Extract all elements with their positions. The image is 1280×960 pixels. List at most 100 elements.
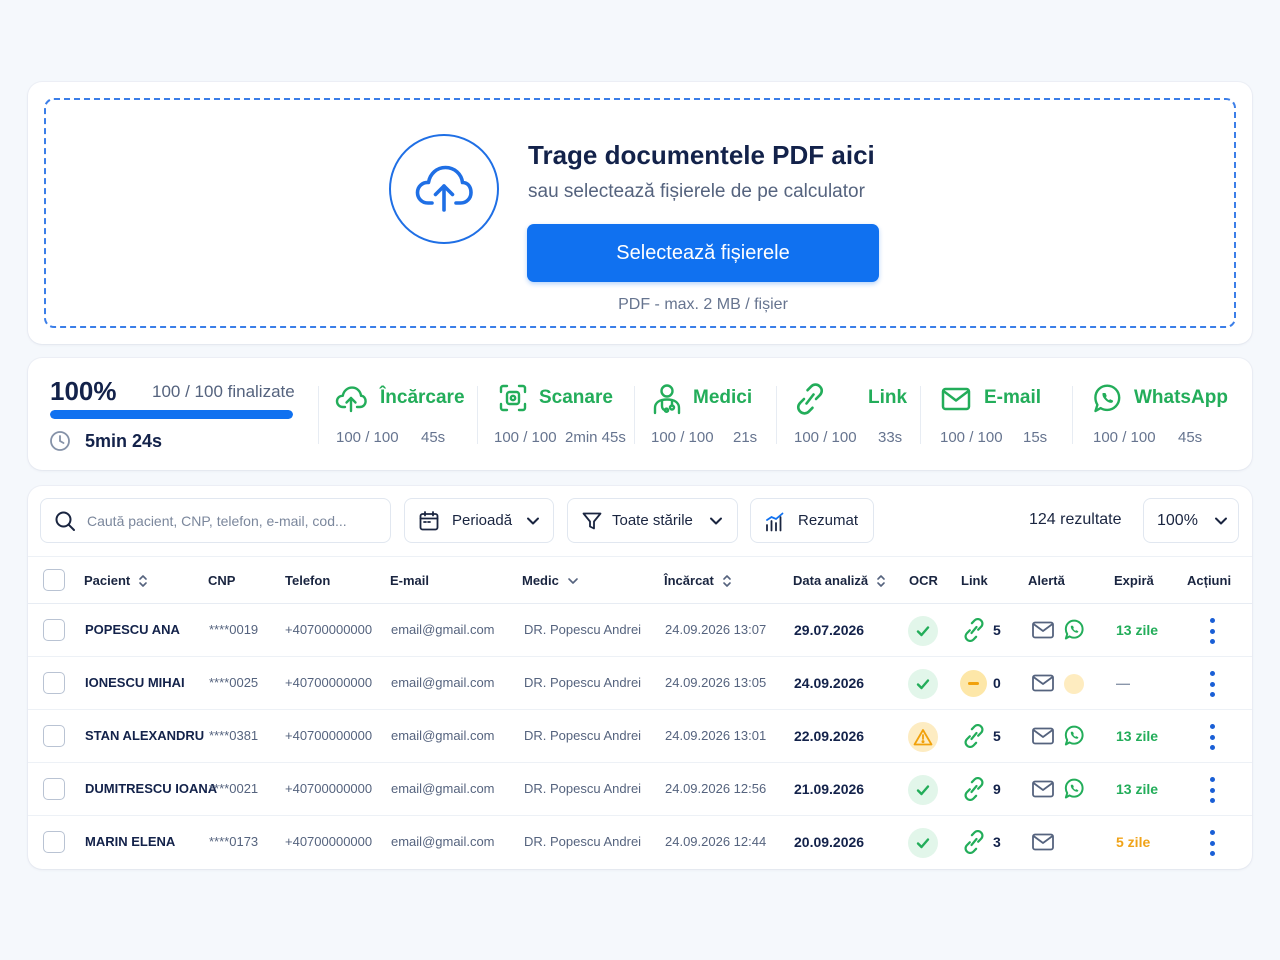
progress-card: 100% 100 / 100 finalizate 5min 24s Încăr…	[28, 358, 1252, 470]
step-time: 15s	[1023, 429, 1048, 446]
whatsapp-icon[interactable]	[1062, 724, 1086, 753]
link-pending-icon	[960, 670, 987, 697]
step-email: E-mail 100 / 100 15s	[920, 358, 1070, 470]
pdf-dropzone[interactable]: Trage documentele PDF aici sau selecteaz…	[44, 98, 1236, 328]
upload-title: Trage documentele PDF aici	[528, 140, 875, 170]
email-value: email@gmail.com	[391, 781, 495, 796]
analysis-date-value: 29.07.2026	[794, 622, 865, 638]
column-alert: Alertă	[1028, 573, 1065, 588]
doctor-value: DR. Popescu Andrei	[524, 622, 642, 637]
step-divider	[920, 386, 921, 444]
mail-icon[interactable]	[1031, 725, 1055, 752]
column-actions: Acțiuni	[1187, 573, 1232, 588]
mail-icon[interactable]	[1031, 778, 1055, 805]
step-time: 45s	[1178, 429, 1203, 446]
filter-icon	[581, 510, 603, 537]
cnp-value: ****0381	[209, 728, 259, 743]
uploaded-value: 24.09.2026 13:01	[665, 728, 767, 743]
results-count: 124 rezultate	[1029, 511, 1122, 528]
doctor-value: DR. Popescu Andrei	[524, 781, 642, 796]
patient-name[interactable]: IONESCU MIHAI	[85, 675, 185, 690]
patient-name[interactable]: MARIN ELENA	[85, 834, 175, 849]
link-count: 0	[993, 675, 1001, 691]
step-name: Scanare	[539, 387, 613, 408]
whatsapp-icon	[1090, 382, 1124, 421]
period-label: Perioadă	[452, 512, 513, 529]
summary-label: Rezumat	[798, 512, 859, 529]
column-ocr: OCR	[909, 573, 938, 588]
link-icon[interactable]	[961, 776, 987, 806]
row-checkbox[interactable]	[43, 672, 65, 694]
whatsapp-icon[interactable]	[1062, 618, 1086, 647]
select-files-button[interactable]: Selectează fișierele	[527, 224, 879, 282]
table-row[interactable]: STAN ALEXANDRU ****0381 +40700000000 email@…	[28, 710, 1252, 763]
step-divider	[776, 386, 777, 444]
row-checkbox[interactable]	[43, 831, 65, 853]
mail-icon[interactable]	[1031, 619, 1055, 646]
select-all-checkbox[interactable]	[43, 569, 65, 591]
zoom-select[interactable]: 100%	[1143, 498, 1239, 543]
mail-icon[interactable]	[1031, 672, 1055, 699]
row-actions-menu-icon[interactable]	[1205, 830, 1219, 856]
link-icon[interactable]	[961, 617, 987, 647]
column-patient[interactable]: Pacient	[84, 573, 148, 588]
bar-chart-icon	[764, 511, 786, 538]
email-value: email@gmail.com	[391, 728, 495, 743]
step-doctors: Medici 100 / 100 21s	[634, 358, 774, 470]
summary-button[interactable]: Rezumat	[750, 498, 874, 543]
sort-icon	[877, 574, 885, 587]
row-checkbox[interactable]	[43, 619, 65, 641]
table-row[interactable]: POPESCU ANA ****0019 +40700000000 email@gma…	[28, 604, 1252, 657]
state-label: Toate stările	[612, 512, 693, 529]
link-count: 5	[993, 622, 1001, 638]
step-count: 100 / 100	[336, 429, 399, 446]
whatsapp-icon[interactable]	[1062, 777, 1086, 806]
column-doctor[interactable]: Medic	[522, 573, 579, 588]
search-input[interactable]	[87, 509, 377, 533]
link-count: 3	[993, 834, 1001, 850]
doctor-value: DR. Popescu Andrei	[524, 834, 642, 849]
column-phone: Telefon	[285, 573, 331, 588]
upload-hint: PDF - max. 2 MB / fișier	[618, 296, 788, 313]
row-actions-menu-icon[interactable]	[1205, 777, 1219, 803]
phone-value: +40700000000	[285, 834, 373, 849]
row-checkbox[interactable]	[43, 778, 65, 800]
table-row[interactable]: IONESCU MIHAI ****0025 +40700000000 email@g…	[28, 657, 1252, 710]
analysis-date-value: 22.09.2026	[794, 728, 865, 744]
step-link: Link 100 / 100 33s	[776, 358, 921, 470]
expires-value: 13 zile	[1116, 622, 1159, 638]
mail-icon[interactable]	[1031, 831, 1055, 858]
row-actions-menu-icon[interactable]	[1205, 618, 1219, 644]
ocr-ok-icon	[908, 669, 938, 699]
chevron-down-icon	[526, 514, 540, 533]
column-expires: Expiră	[1114, 573, 1154, 588]
row-actions-menu-icon[interactable]	[1205, 724, 1219, 750]
link-icon[interactable]	[961, 829, 987, 859]
uploaded-value: 24.09.2026 13:05	[665, 675, 767, 690]
link-icon[interactable]	[961, 723, 987, 753]
column-analysis-date[interactable]: Data analiză	[793, 573, 886, 588]
patient-name[interactable]: DUMITRESCU IOANA	[85, 781, 217, 796]
step-time: 21s	[733, 429, 758, 446]
analysis-date-value: 24.09.2026	[794, 675, 865, 691]
state-filter-button[interactable]: Toate stările	[567, 498, 738, 543]
table-row[interactable]: MARIN ELENA ****0173 +40700000000 email@gma…	[28, 816, 1252, 869]
step-name: Medici	[693, 387, 753, 408]
phone-value: +40700000000	[285, 675, 373, 690]
whatsapp-pending-icon	[1064, 674, 1084, 694]
period-filter-button[interactable]: Perioadă	[404, 498, 554, 543]
step-name: WhatsApp	[1134, 387, 1228, 408]
row-checkbox[interactable]	[43, 725, 65, 747]
step-whatsapp: WhatsApp 100 / 100 45s	[1072, 358, 1242, 470]
patient-name[interactable]: STAN ALEXANDRU	[85, 728, 204, 743]
table-row[interactable]: DUMITRESCU IOANA ****0021 +40700000000 emai…	[28, 763, 1252, 816]
column-uploaded[interactable]: Încărcat	[664, 573, 732, 588]
step-count: 100 / 100	[940, 429, 1003, 446]
search-box[interactable]	[40, 498, 391, 543]
patient-name[interactable]: POPESCU ANA	[85, 622, 180, 637]
cnp-value: ****0173	[209, 834, 259, 849]
step-upload: Încărcare 100 / 100 45s	[318, 358, 468, 470]
row-actions-menu-icon[interactable]	[1205, 671, 1219, 697]
search-icon	[54, 510, 76, 537]
uploaded-value: 24.09.2026 12:56	[665, 781, 767, 796]
